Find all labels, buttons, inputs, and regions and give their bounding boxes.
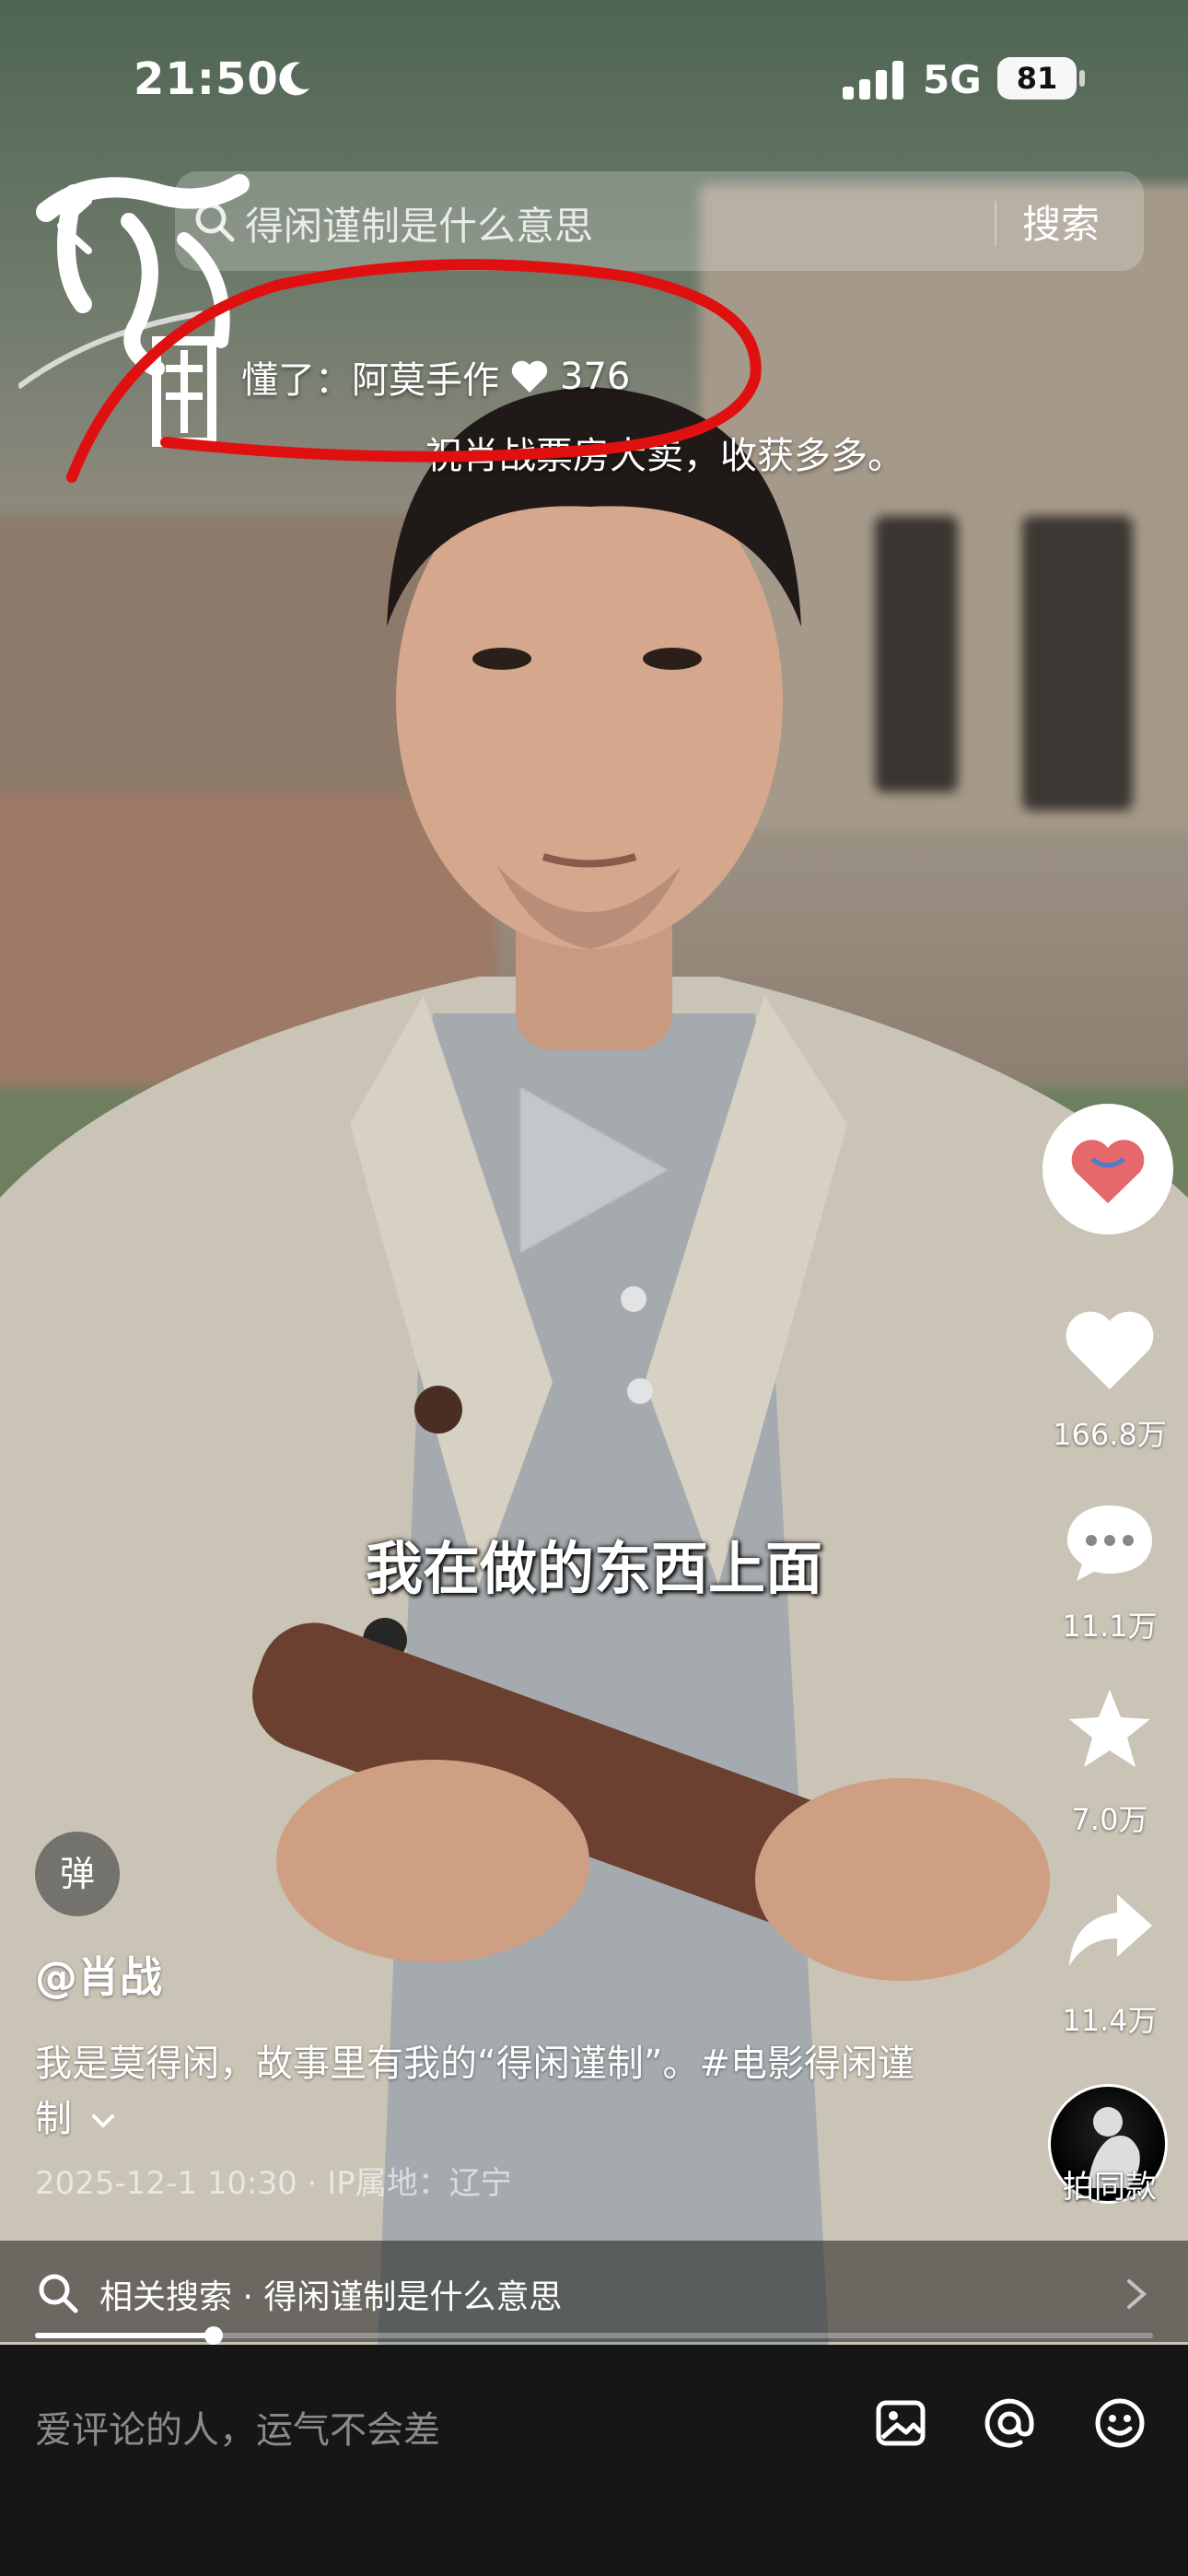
search-query[interactable]: 得闲谨制是什么意思 [245,195,593,252]
search-icon [195,203,235,242]
network-type: 5G [923,57,982,102]
chevron-right-icon[interactable] [1125,2277,1147,2311]
signal-icon [843,61,903,100]
post-meta: 2025-12-1 10:30 · IP属地：辽宁 [35,2165,512,2202]
progress-fill [35,2333,214,2338]
emoji-icon[interactable] [1092,2395,1147,2451]
battery-indicator: 81 [997,57,1077,100]
status-bar: 21:50 5G 81 [0,0,1188,157]
search-button[interactable]: 搜索 [1022,193,1100,250]
star-icon[interactable] [1064,1686,1156,1771]
post-description[interactable]: 我是莫得闲，故事里有我的“得闲谨制”。#电影得闲谨制 [35,2036,947,2147]
red-annotation-ring [66,259,762,483]
search-divider [995,201,996,245]
progress-knob[interactable] [204,2326,223,2345]
heart-logo-icon [1046,1107,1170,1231]
comment-input[interactable]: 爱评论的人，运气不会差 [35,2400,440,2453]
remix-label[interactable]: 拍同款 [1041,2161,1179,2207]
comment-count: 11.1万 [1062,1609,1158,1644]
favorite-count: 7.0万 [1071,1802,1148,1837]
share-icon[interactable] [1064,1889,1156,1973]
danmaku-toggle-button[interactable]: 弹 [35,1832,120,1916]
author-avatar[interactable] [1042,1104,1173,1235]
share-count: 11.4万 [1062,2003,1158,2038]
chevron-down-icon[interactable] [91,2112,115,2130]
at-icon[interactable] [982,2395,1037,2451]
related-search-text[interactable]: 相关搜索 · 得闲谨制是什么意思 [99,2270,562,2318]
search-icon [39,2274,78,2313]
comment-input-bar[interactable] [0,2345,1188,2576]
author-name[interactable]: @肖战 [35,1944,162,2005]
video-subtitle: 我在做的东西上面 [365,1535,822,1602]
status-time: 21:50 [134,53,279,105]
like-count: 166.8万 [1053,1417,1167,1452]
comment-icon[interactable] [1064,1500,1156,1585]
battery-tip [1079,70,1085,87]
heart-icon[interactable] [1064,1308,1156,1393]
back-icon[interactable] [48,193,103,258]
post-description-text: 我是莫得闲，故事里有我的“得闲谨制”。#电影得闲谨制 [35,2043,914,2140]
moon-icon [279,62,309,96]
image-icon[interactable] [873,2395,928,2451]
play-overlay-icon [520,1087,668,1253]
